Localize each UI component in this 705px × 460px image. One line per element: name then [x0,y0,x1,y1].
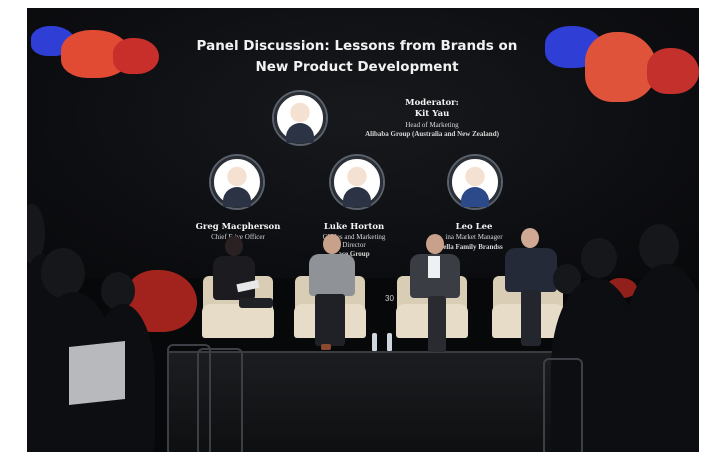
audience-paper [69,341,125,405]
water-bottle-2 [387,333,392,351]
shoe [321,344,331,350]
decorative-blob-red-right-2 [647,48,699,94]
moderator-name: Kit Yau [414,109,450,119]
water-bottle-1 [372,333,377,351]
panelist-name-greg: Greg Macpherson [195,222,281,232]
event-photo: Panel Discussion: Lessons from Brands on… [27,8,699,452]
panelist-avatar-leo [449,156,501,208]
audience-chair-frame-3 [543,358,583,452]
audience-chair-frame-2 [197,348,243,452]
panelist-avatar-luke [331,156,383,208]
stage-number: 30 [385,294,394,303]
panel-title-line2: New Product Development [255,59,459,75]
shirt [428,256,440,278]
audience-head-2 [41,248,85,298]
panelist-name-leo: Leo Lee [455,222,493,232]
audience-head-6 [639,224,679,270]
moderator-org: Alibaba Group (Australia and New Zealand… [365,130,499,138]
panel-title: Panel Discussion: Lessons from Brands on… [187,36,527,78]
audience-head-5 [581,238,617,278]
decorative-blob-red-left-2 [113,38,159,74]
moderator-role: Head of Marketing [405,121,459,129]
moderator-avatar [274,92,326,144]
armchair-1 [202,304,274,338]
panel-title-line1: Panel Discussion: Lessons from Brands on [196,38,518,54]
panelist-role-luke: Glo les and Marketing [322,233,386,241]
audience-member-6 [621,264,699,452]
panelist-name-luke: Luke Horton [323,222,385,232]
panelist-avatar-greg [211,156,263,208]
moderator-label: Moderator: [405,98,459,108]
